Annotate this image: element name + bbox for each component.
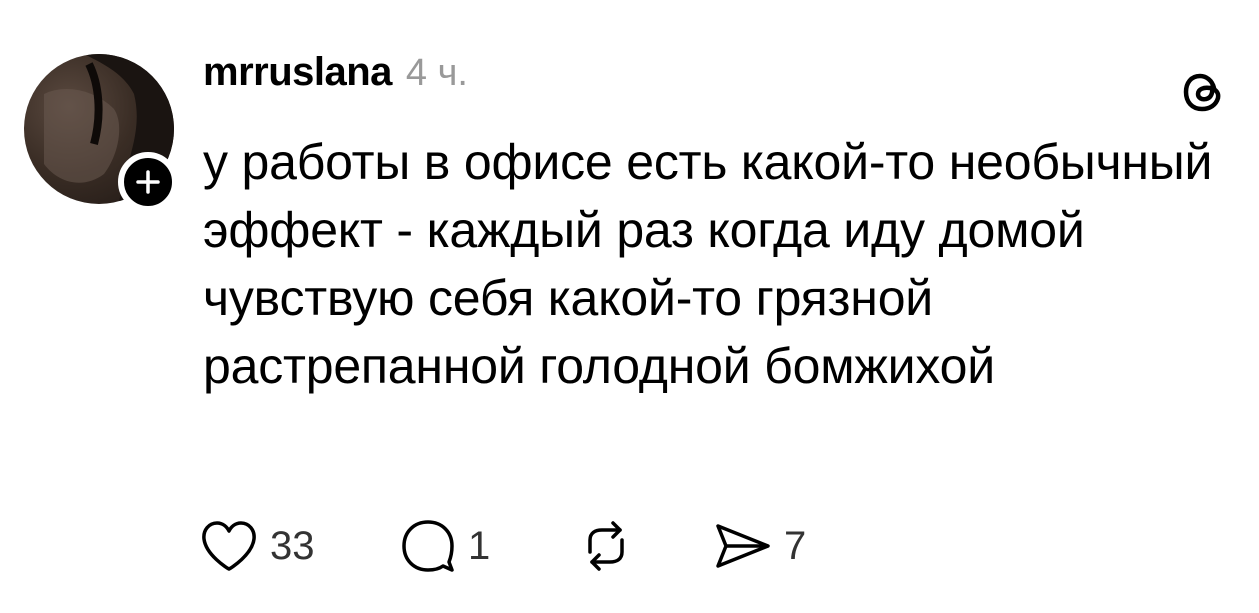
comment-icon	[402, 520, 454, 572]
action-bar: 33 1 7	[200, 517, 854, 575]
reply-count: 1	[468, 523, 491, 568]
threads-logo-icon[interactable]	[1178, 66, 1230, 118]
repost-button[interactable]	[580, 517, 714, 575]
timestamp: 4 ч.	[405, 52, 468, 94]
send-icon	[716, 524, 770, 568]
avatar-container	[24, 54, 178, 212]
thread-post: mrruslana 4 ч. у работы в офисе есть как…	[0, 0, 1259, 613]
like-button[interactable]: 33	[200, 517, 400, 575]
follow-button[interactable]	[118, 152, 178, 212]
plus-icon	[136, 170, 160, 194]
repost-icon	[588, 521, 624, 571]
post-header: mrruslana 4 ч.	[203, 50, 468, 102]
share-button[interactable]: 7	[714, 517, 854, 575]
username[interactable]: mrruslana	[203, 50, 392, 95]
heart-icon	[202, 521, 256, 571]
share-count: 7	[784, 523, 807, 568]
reply-button[interactable]: 1	[400, 517, 580, 575]
like-count: 33	[270, 523, 315, 568]
post-text: у работы в офисе есть какой-то необычный…	[203, 134, 1213, 394]
